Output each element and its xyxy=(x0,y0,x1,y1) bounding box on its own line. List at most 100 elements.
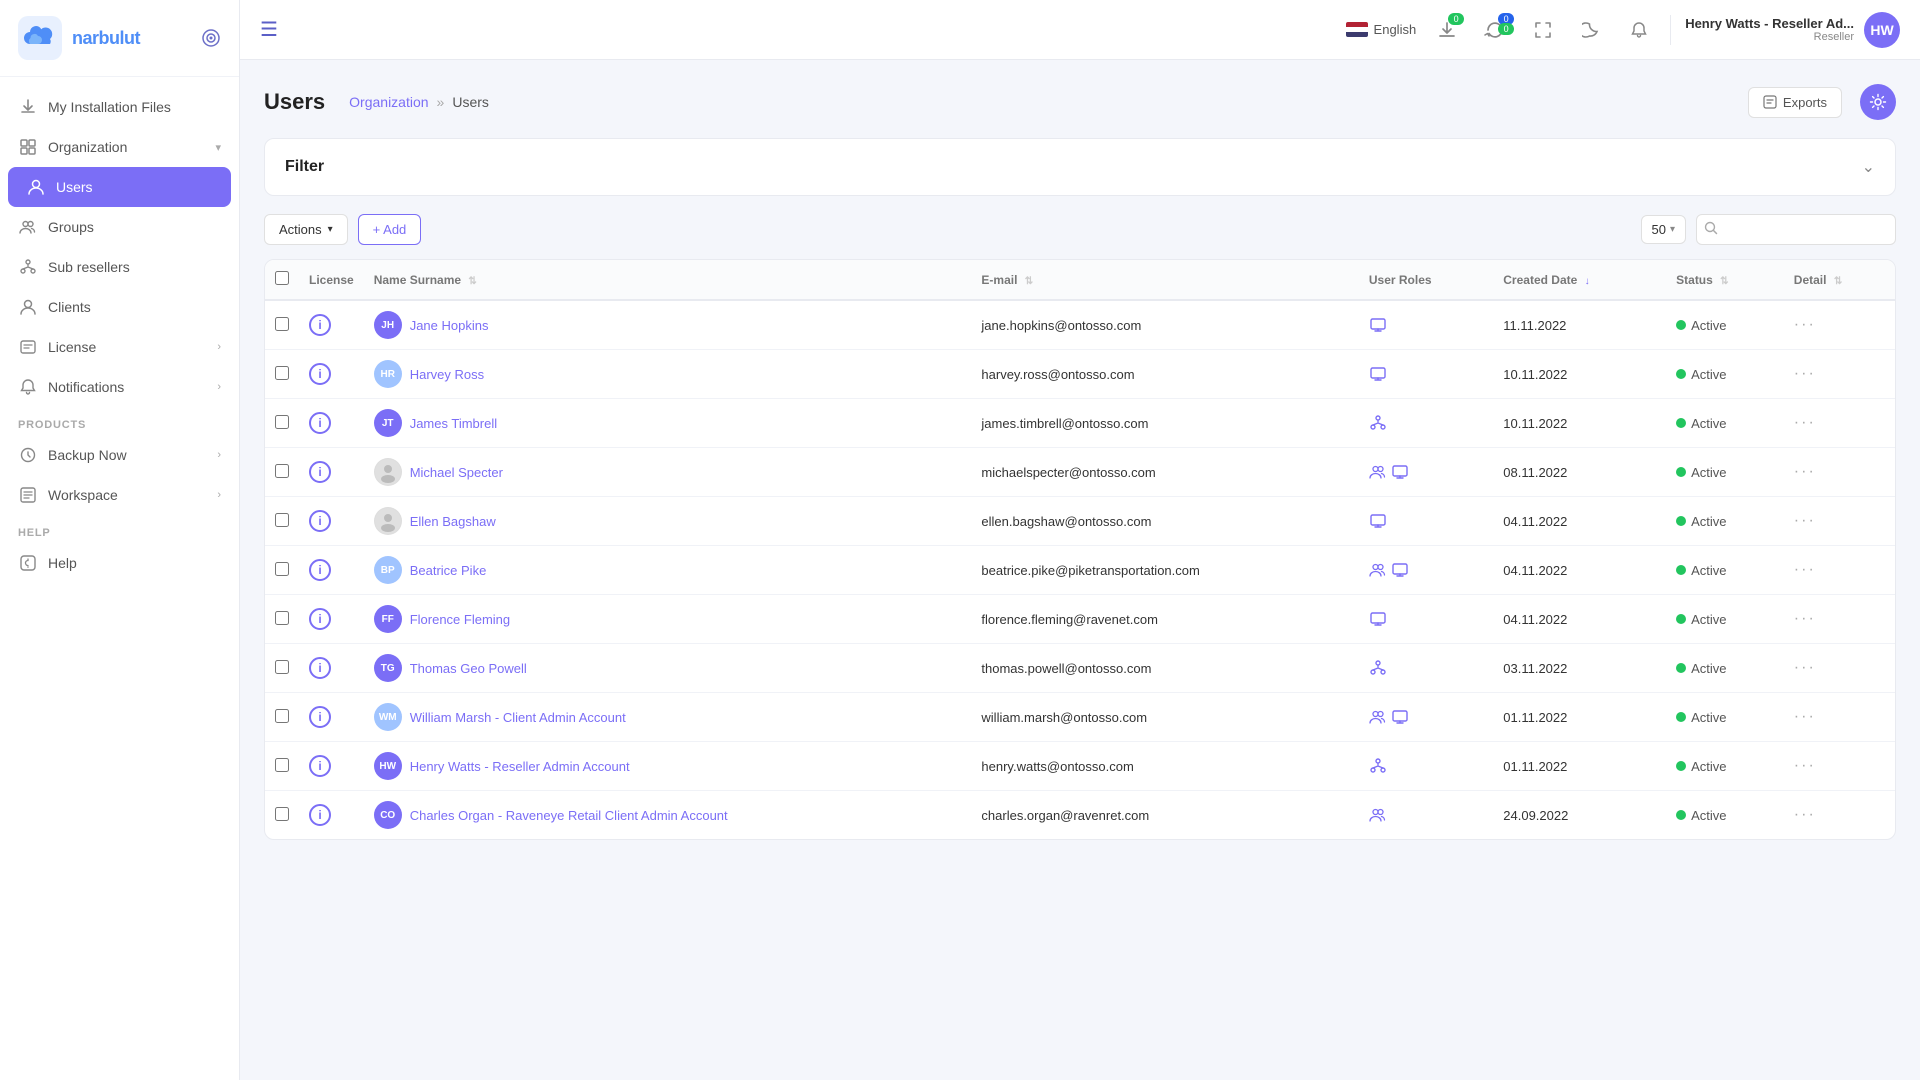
filter-section[interactable]: Filter ⌄ xyxy=(264,138,1896,196)
user-name-link[interactable]: Michael Specter xyxy=(410,465,503,480)
row-checkbox[interactable] xyxy=(275,366,289,380)
user-name-link[interactable]: Ellen Bagshaw xyxy=(410,514,496,529)
hamburger-menu[interactable]: ☰ xyxy=(260,17,278,42)
detail-menu-button[interactable]: ··· xyxy=(1794,806,1816,823)
info-icon[interactable]: i xyxy=(309,706,331,728)
row-checkbox[interactable] xyxy=(275,464,289,478)
sidebar-item-organization[interactable]: Organization ▾ xyxy=(0,127,239,167)
user-name-link[interactable]: James Timbrell xyxy=(410,416,497,431)
detail-cell[interactable]: ··· xyxy=(1784,399,1895,448)
sidebar-item-label: Clients xyxy=(48,299,221,315)
info-icon[interactable]: i xyxy=(309,804,331,826)
sync-badge-bottom: 0 xyxy=(1498,23,1514,35)
avatar: JT xyxy=(374,409,402,437)
row-checkbox[interactable] xyxy=(275,513,289,527)
detail-menu-button[interactable]: ··· xyxy=(1794,414,1816,431)
row-checkbox[interactable] xyxy=(275,758,289,772)
role-icons xyxy=(1369,610,1483,628)
detail-cell[interactable]: ··· xyxy=(1784,448,1895,497)
row-checkbox[interactable] xyxy=(275,562,289,576)
info-icon[interactable]: i xyxy=(309,608,331,630)
exports-button[interactable]: Exports xyxy=(1748,87,1842,118)
detail-menu-button[interactable]: ··· xyxy=(1794,708,1816,725)
avatar: CO xyxy=(374,801,402,829)
info-icon[interactable]: i xyxy=(309,461,331,483)
lang-label: English xyxy=(1374,22,1417,37)
sidebar-item-sub-resellers[interactable]: Sub resellers xyxy=(0,247,239,287)
info-icon[interactable]: i xyxy=(309,412,331,434)
row-checkbox[interactable] xyxy=(275,709,289,723)
sidebar-item-workspace[interactable]: Workspace › xyxy=(0,475,239,515)
info-icon[interactable]: i xyxy=(309,314,331,336)
user-cell: HRHarvey Ross xyxy=(374,360,962,388)
settings-button[interactable] xyxy=(1860,84,1896,120)
row-checkbox[interactable] xyxy=(275,611,289,625)
row-checkbox[interactable] xyxy=(275,415,289,429)
user-name-link[interactable]: Jane Hopkins xyxy=(410,318,489,333)
info-icon[interactable]: i xyxy=(309,755,331,777)
detail-cell[interactable]: ··· xyxy=(1784,300,1895,350)
info-icon[interactable]: i xyxy=(309,559,331,581)
user-name-link[interactable]: Beatrice Pike xyxy=(410,563,487,578)
detail-cell[interactable]: ··· xyxy=(1784,497,1895,546)
download-button[interactable]: 0 xyxy=(1430,13,1464,47)
detail-cell[interactable]: ··· xyxy=(1784,791,1895,840)
actions-button[interactable]: Actions ▾ xyxy=(264,214,348,245)
topbar: ☰ English 0 0 0 xyxy=(240,0,1920,60)
detail-menu-button[interactable]: ··· xyxy=(1794,757,1816,774)
status-indicator xyxy=(1676,467,1686,477)
fullscreen-button[interactable] xyxy=(1526,13,1560,47)
chevron-icon: › xyxy=(217,381,221,393)
user-name-link[interactable]: William Marsh - Client Admin Account xyxy=(410,710,626,725)
detail-menu-button[interactable]: ··· xyxy=(1794,561,1816,578)
select-all-header[interactable] xyxy=(265,260,299,300)
notifications-button[interactable] xyxy=(1622,13,1656,47)
detail-menu-button[interactable]: ··· xyxy=(1794,463,1816,480)
add-button[interactable]: + Add xyxy=(358,214,422,245)
info-icon[interactable]: i xyxy=(309,510,331,532)
name-header[interactable]: Name Surname ⇅ xyxy=(364,260,972,300)
user-name-link[interactable]: Florence Fleming xyxy=(410,612,510,627)
sidebar-item-notifications[interactable]: Notifications › xyxy=(0,367,239,407)
sidebar-item-my-installation-files[interactable]: My Installation Files xyxy=(0,87,239,127)
table-row: iBPBeatrice Pikebeatrice.pike@piketransp… xyxy=(265,546,1895,595)
status-indicator xyxy=(1676,320,1686,330)
detail-cell[interactable]: ··· xyxy=(1784,693,1895,742)
user-name-link[interactable]: Henry Watts - Reseller Admin Account xyxy=(410,759,630,774)
detail-cell[interactable]: ··· xyxy=(1784,350,1895,399)
created-header[interactable]: Created Date ↓ xyxy=(1493,260,1666,300)
breadcrumb-org-link[interactable]: Organization xyxy=(349,94,428,110)
backup-icon xyxy=(18,445,38,465)
select-all-checkbox[interactable] xyxy=(275,271,289,285)
detail-menu-button[interactable]: ··· xyxy=(1794,316,1816,333)
language-selector[interactable]: English xyxy=(1346,22,1417,37)
dark-mode-button[interactable] xyxy=(1574,13,1608,47)
sidebar-item-backup-now[interactable]: Backup Now › xyxy=(0,435,239,475)
table-row: i Michael Spectermichaelspecter@ontosso.… xyxy=(265,448,1895,497)
detail-cell[interactable]: ··· xyxy=(1784,546,1895,595)
avatar[interactable]: HW xyxy=(1864,12,1900,48)
sidebar-item-groups[interactable]: Groups xyxy=(0,207,239,247)
sidebar-item-help[interactable]: Help xyxy=(0,543,239,583)
search-input[interactable] xyxy=(1696,214,1896,245)
detail-cell[interactable]: ··· xyxy=(1784,644,1895,693)
detail-menu-button[interactable]: ··· xyxy=(1794,610,1816,627)
detail-menu-button[interactable]: ··· xyxy=(1794,512,1816,529)
row-checkbox[interactable] xyxy=(275,807,289,821)
info-icon[interactable]: i xyxy=(309,657,331,679)
sidebar-item-license[interactable]: License › xyxy=(0,327,239,367)
detail-cell[interactable]: ··· xyxy=(1784,742,1895,791)
user-name-link[interactable]: Thomas Geo Powell xyxy=(410,661,527,676)
detail-menu-button[interactable]: ··· xyxy=(1794,659,1816,676)
info-icon[interactable]: i xyxy=(309,363,331,385)
row-checkbox[interactable] xyxy=(275,317,289,331)
detail-cell[interactable]: ··· xyxy=(1784,595,1895,644)
detail-menu-button[interactable]: ··· xyxy=(1794,365,1816,382)
user-name-link[interactable]: Harvey Ross xyxy=(410,367,484,382)
sync-button[interactable]: 0 0 xyxy=(1478,13,1512,47)
sidebar-item-users[interactable]: Users xyxy=(8,167,231,207)
sidebar-item-clients[interactable]: Clients xyxy=(0,287,239,327)
per-page-select[interactable]: 50 ▾ xyxy=(1641,215,1687,244)
row-checkbox[interactable] xyxy=(275,660,289,674)
user-name-link[interactable]: Charles Organ - Raveneye Retail Client A… xyxy=(410,808,728,823)
